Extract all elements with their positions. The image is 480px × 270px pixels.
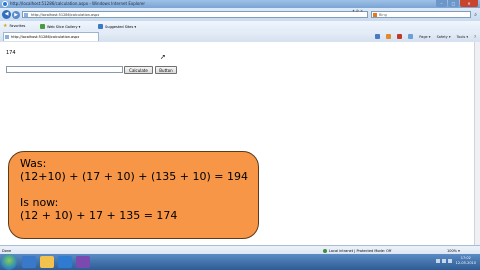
web-slice-icon [40, 24, 45, 29]
number-input[interactable] [6, 66, 123, 73]
tray-icon[interactable] [436, 259, 440, 263]
vertical-scrollbar[interactable] [474, 42, 480, 245]
close-button[interactable]: ✕ [460, 0, 478, 7]
globe-icon [323, 248, 327, 253]
address-bar[interactable]: http://localhost:51286/calculation.aspx [22, 11, 368, 18]
callout-was-formula: (12+10) + (17 + 10) + (135 + 10) = 194 [20, 170, 248, 183]
ie-icon [2, 1, 8, 7]
page-icon [5, 35, 9, 39]
tray-icon[interactable] [442, 259, 446, 263]
tray-icon[interactable] [448, 259, 452, 263]
favorites-item-label: Suggested Sites ▾ [105, 24, 137, 29]
window-title: http://localhost:51286/calculation.aspx … [10, 1, 145, 6]
search-placeholder: Bing [379, 13, 387, 17]
callout-now-label: Is now: [20, 196, 59, 209]
tab-label: http://localhost:51286/calculation.aspx [11, 35, 80, 39]
page-icon [24, 13, 28, 17]
search-icon[interactable]: ⌕ [474, 12, 477, 18]
clock-date: 12-05-2010 [455, 261, 476, 265]
secondary-button[interactable]: Button [155, 66, 177, 74]
address-row: ◀ ▶ http://localhost:51286/calculation.a… [0, 8, 480, 21]
callout-spacer [20, 183, 258, 196]
favorites-item-suggested-sites[interactable]: Suggested Sites ▾ [98, 24, 136, 29]
ie-taskbar-icon[interactable] [22, 256, 36, 268]
safety-menu[interactable]: Safety ▾ [437, 35, 451, 39]
favorites-item-label: Web Slice Gallery ▾ [47, 24, 81, 29]
security-zone[interactable]: Local intranet | Protected Mode: Off [323, 248, 392, 253]
address-bar-icons[interactable]: ✦ ⟳ ✕ [352, 9, 363, 13]
system-tray [436, 259, 452, 263]
back-arrow-icon[interactable]: ◀ [2, 10, 11, 19]
search-box[interactable]: Bing ⌕ [371, 11, 477, 18]
mail-icon[interactable] [397, 34, 403, 39]
suggested-sites-icon [98, 24, 103, 29]
maximize-button[interactable]: □ [448, 0, 459, 7]
favorites-label: Favorites [9, 24, 26, 28]
favorites-button[interactable]: ★ Favorites [3, 23, 26, 29]
callout-now-formula: (12 + 10) + 17 + 135 = 174 [20, 209, 178, 222]
clock[interactable]: 17:02 12-05-2010 [456, 256, 476, 266]
explorer-taskbar-icon[interactable] [40, 256, 54, 268]
visual-studio-taskbar-icon[interactable] [76, 256, 90, 268]
status-text: Done [2, 248, 12, 253]
taskbar: 17:02 12-05-2010 [0, 254, 480, 270]
forward-arrow-icon[interactable]: ▶ [12, 10, 20, 19]
minimize-button[interactable]: – [436, 0, 447, 7]
feeds-icon[interactable] [386, 34, 392, 39]
star-icon: ★ [3, 23, 8, 29]
start-button[interactable] [1, 254, 17, 270]
calculate-button[interactable]: Calculate [124, 66, 153, 74]
home-icon[interactable] [375, 34, 381, 39]
result-label: 174 [6, 50, 16, 56]
annotation-callout: Was: (12+10) + (17 + 10) + (135 + 10) = … [8, 151, 259, 239]
print-icon[interactable] [408, 34, 414, 39]
favorites-item-web-slice-gallery[interactable]: Web Slice Gallery ▾ [40, 24, 80, 29]
window-title-bar: http://localhost:51286/calculation.aspx … [0, 0, 480, 8]
zone-text: Local intranet | Protected Mode: Off [329, 248, 392, 253]
page-menu[interactable]: Page ▾ [419, 35, 430, 39]
command-bar: Page ▾ Safety ▾ Tools ▾ ? [375, 34, 476, 39]
tab-calculation[interactable]: http://localhost:51286/calculation.aspx [3, 32, 99, 41]
ie-window-taskbar-icon[interactable] [58, 256, 72, 268]
address-url: http://localhost:51286/calculation.aspx [31, 13, 100, 17]
callout-was-label: Was: [20, 157, 47, 170]
zoom-level[interactable]: 100% ▾ [447, 249, 460, 253]
help-icon[interactable]: ? [474, 35, 476, 39]
tools-menu[interactable]: Tools ▾ [457, 35, 469, 39]
window-controls: – □ ✕ [435, 0, 478, 7]
bing-icon [373, 13, 377, 17]
mouse-cursor-icon: ➚ [160, 53, 166, 61]
